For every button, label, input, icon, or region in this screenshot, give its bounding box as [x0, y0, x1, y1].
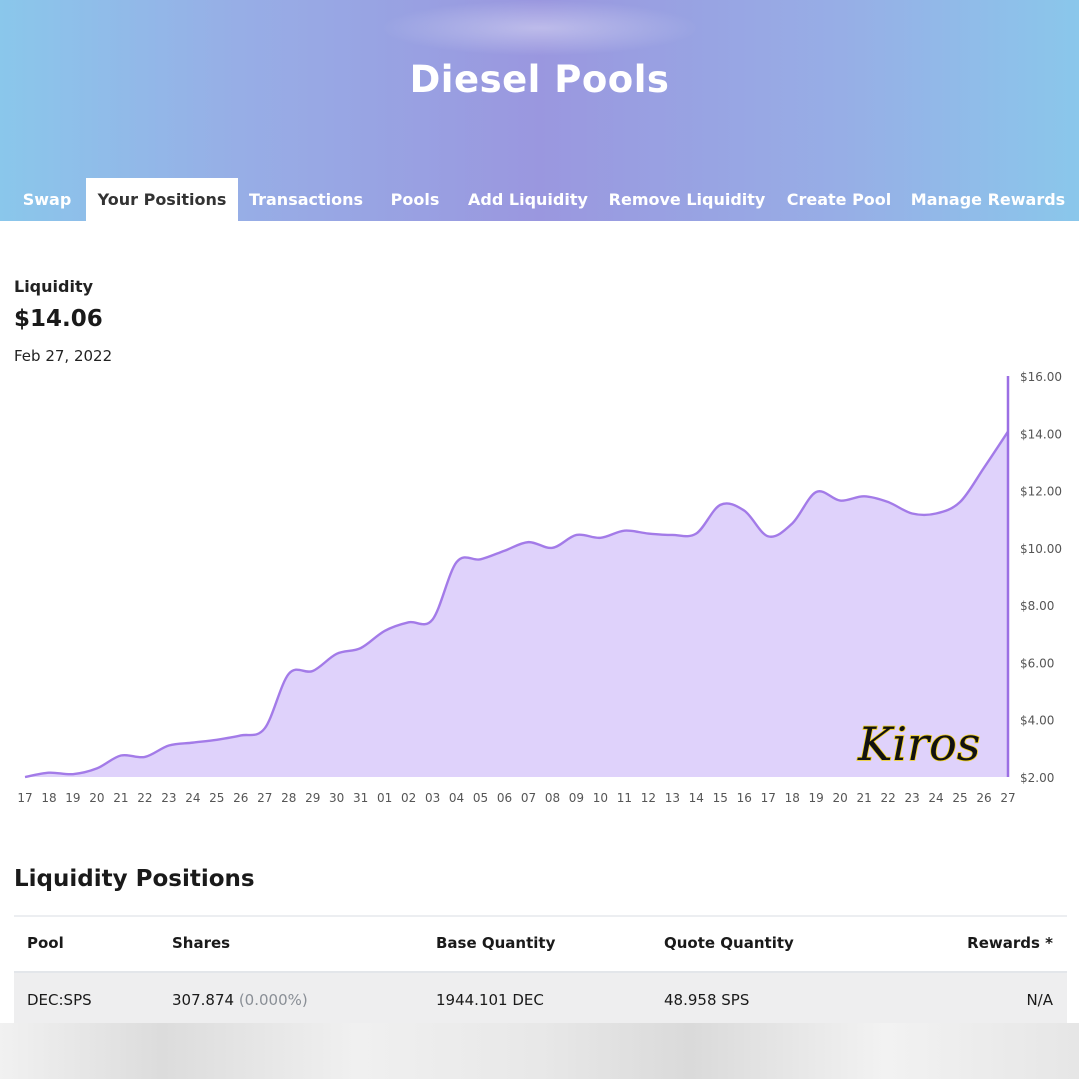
positions-table: Pool Shares Base Quantity Quote Quantity… [14, 915, 1067, 1027]
table-header: Pool Shares Base Quantity Quote Quantity… [14, 915, 1067, 973]
x-tick-label: 27 [1000, 791, 1015, 805]
x-tick-label: 21 [857, 791, 872, 805]
table-row[interactable]: DEC:SPS 307.874 (0.000%) 1944.101 DEC 48… [14, 973, 1067, 1027]
x-tick-label: 03 [425, 791, 440, 805]
x-tick-label: 04 [449, 791, 464, 805]
cell-rewards: N/A [1026, 991, 1053, 1009]
x-tick-label: 17 [761, 791, 776, 805]
x-tick-label: 06 [497, 791, 512, 805]
x-tick-label: 23 [904, 791, 919, 805]
y-tick-label: $2.00 [1020, 771, 1054, 785]
x-tick-label: 15 [713, 791, 728, 805]
liquidity-chart[interactable]: $2.00 $4.00 $6.00 $8.00 $10.00 $12.00 $14.00 $1… [0, 360, 1079, 810]
y-tick-label: $8.00 [1020, 599, 1054, 613]
x-tick-label: 21 [113, 791, 128, 805]
tab-create-pool[interactable]: Create Pool [781, 178, 897, 221]
x-tick-label: 17 [17, 791, 32, 805]
signature-annotation: Kiros [857, 717, 980, 771]
y-tick-label: $6.00 [1020, 656, 1054, 670]
col-rewards[interactable]: Rewards * [967, 934, 1053, 952]
x-tick-label: 30 [329, 791, 344, 805]
y-tick-label: $14.00 [1020, 427, 1062, 441]
cell-shares-percent: (0.000%) [238, 991, 308, 1009]
x-tick-label: 02 [401, 791, 416, 805]
y-tick-label: $4.00 [1020, 714, 1054, 728]
x-tick-label: 24 [928, 791, 943, 805]
x-tick-label: 22 [137, 791, 152, 805]
positions-title: Liquidity Positions [14, 866, 255, 892]
x-tick-label: 23 [161, 791, 176, 805]
tab-transactions[interactable]: Transactions [244, 178, 368, 221]
x-tick-label: 20 [89, 791, 104, 805]
liquidity-label: Liquidity [14, 277, 94, 296]
app-title: Diesel Pools [409, 58, 670, 101]
x-tick-label: 13 [665, 791, 680, 805]
x-tick-label: 10 [593, 791, 608, 805]
x-tick-label: 24 [185, 791, 200, 805]
liquidity-value: $14.06 [14, 306, 103, 332]
cell-quote-quantity: 48.958 SPS [664, 991, 750, 1009]
x-tick-label: 27 [257, 791, 272, 805]
x-tick-label: 31 [353, 791, 368, 805]
x-tick-label: 18 [785, 791, 800, 805]
cell-shares: 307.874 (0.000%) [172, 991, 308, 1009]
cell-pool[interactable]: DEC:SPS [27, 991, 92, 1009]
y-tick-label: $10.00 [1020, 542, 1062, 556]
x-tick-label: 05 [473, 791, 488, 805]
x-tick-label: 09 [569, 791, 584, 805]
x-tick-label: 18 [41, 791, 56, 805]
tab-swap[interactable]: Swap [10, 178, 84, 221]
x-tick-label: 22 [880, 791, 895, 805]
tab-pools[interactable]: Pools [382, 178, 448, 221]
x-tick-label: 16 [737, 791, 752, 805]
col-pool[interactable]: Pool [27, 934, 64, 952]
x-tick-label: 19 [65, 791, 80, 805]
tab-manage-rewards[interactable]: Manage Rewards [909, 178, 1067, 221]
col-quote-quantity[interactable]: Quote Quantity [664, 934, 794, 952]
col-shares[interactable]: Shares [172, 934, 230, 952]
y-tick-label: $12.00 [1020, 485, 1062, 499]
x-tick-label: 12 [641, 791, 656, 805]
col-base-quantity[interactable]: Base Quantity [436, 934, 555, 952]
x-tick-label: 20 [833, 791, 848, 805]
y-tick-label: $16.00 [1020, 370, 1062, 384]
x-tick-label: 26 [976, 791, 991, 805]
tab-add-liquidity[interactable]: Add Liquidity [464, 178, 592, 221]
x-tick-label: 14 [689, 791, 704, 805]
x-tick-label: 11 [617, 791, 632, 805]
header-glow [380, 0, 700, 56]
cell-shares-value: 307.874 [172, 991, 235, 1009]
x-tick-label: 07 [521, 791, 536, 805]
x-tick-label: 29 [305, 791, 320, 805]
tab-remove-liquidity[interactable]: Remove Liquidity [608, 178, 766, 221]
x-tick-label: 25 [952, 791, 967, 805]
bottom-blur [0, 1023, 1079, 1079]
cell-base-quantity: 1944.101 DEC [436, 991, 544, 1009]
x-tick-label: 26 [233, 791, 248, 805]
tab-your-positions[interactable]: Your Positions [86, 178, 238, 221]
x-tick-label: 25 [209, 791, 224, 805]
x-tick-label: 08 [545, 791, 560, 805]
x-tick-label: 01 [377, 791, 392, 805]
tab-bar: Swap Your Positions Transactions Pools A… [0, 178, 1079, 221]
app-header: Diesel Pools Swap Your Positions Transac… [0, 0, 1079, 221]
x-tick-label: 28 [281, 791, 296, 805]
x-tick-label: 19 [809, 791, 824, 805]
